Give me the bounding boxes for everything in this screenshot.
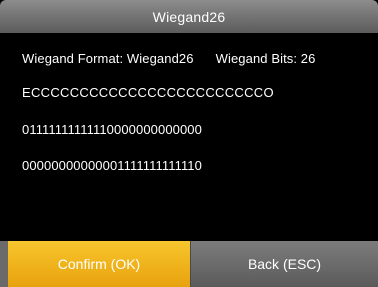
page-title: Wiegand26 xyxy=(152,8,226,25)
even-parity-mask: 01111111111110000000000000 xyxy=(22,122,202,137)
odd-parity-mask: 00000000000001111111111110 xyxy=(22,158,202,173)
wiegand-screen: Wiegand26 Wiegand Format: Wiegand26 Wiega… xyxy=(0,0,378,287)
back-button[interactable]: Back (ESC) xyxy=(190,241,378,287)
confirm-button[interactable]: Confirm (OK) xyxy=(0,241,190,287)
parity-pattern: ECCCCCCCCCCCCCCCCCCCCCCCCO xyxy=(22,85,274,100)
title-bar: Wiegand26 xyxy=(0,0,378,33)
wiegand-format-label: Wiegand Format: Wiegand26 xyxy=(22,51,194,66)
format-row: Wiegand Format: Wiegand26 Wiegand Bits: 2… xyxy=(22,51,315,66)
wiegand-bits-label: Wiegand Bits: 26 xyxy=(215,51,316,66)
button-bar: Confirm (OK) Back (ESC) xyxy=(0,241,378,287)
